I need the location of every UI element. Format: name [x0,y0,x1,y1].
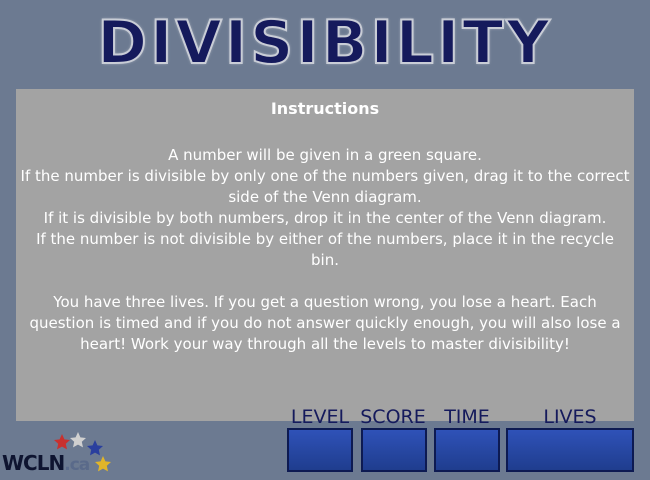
wcln-logo[interactable]: WCLN.ca [2,431,114,479]
instruction-line: If the number is not divisible by either… [36,230,614,269]
level-box [287,428,353,472]
score-label: SCORE [360,406,426,428]
lives-box [506,428,634,472]
time-box [434,428,500,472]
lives-label: LIVES [543,406,597,428]
instruction-paragraph: You have three lives. If you get a quest… [29,293,621,353]
instructions-heading: Instructions [270,99,380,118]
instructions-panel: Instructions A number will be given in a… [16,89,634,421]
instructions-body: A number will be given in a green square… [20,145,630,355]
instruction-line: If the number is divisible by only one o… [20,167,630,206]
logo-text: WCLN.ca [2,451,90,475]
score-box [361,428,427,472]
level-label: LEVEL [290,406,350,428]
game-title: DIVISIBILITY [96,7,553,79]
instruction-line: A number will be given in a green square… [168,146,482,164]
time-label: TIME [444,406,490,428]
instruction-line: If it is divisible by both numbers, drop… [43,209,607,227]
